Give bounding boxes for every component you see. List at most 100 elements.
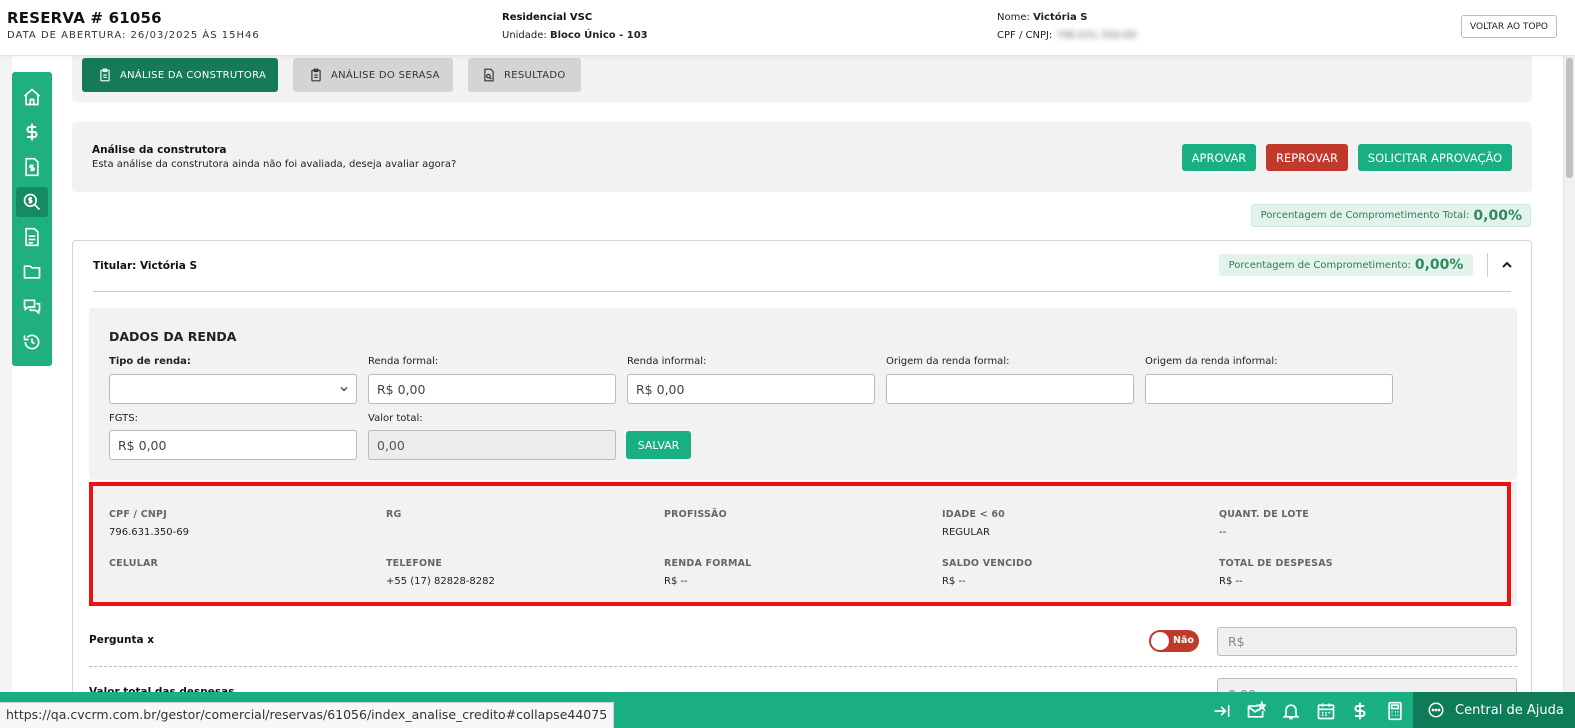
reservation-header: RESERVA # 61056 DATA DE ABERTURA: 26/03/…	[0, 0, 1575, 56]
formal-income-info-value: R$ --	[664, 576, 688, 587]
cpf-info-label: CPF / CNPJ	[109, 509, 167, 520]
calendar-icon[interactable]	[1315, 700, 1337, 722]
tab-label: ANÁLISE DA CONSTRUTORA	[120, 69, 267, 81]
total-value-label: Valor total:	[368, 413, 423, 424]
formal-income-info-label: RENDA FORMAL	[664, 558, 752, 569]
age-label: IDADE < 60	[942, 509, 1005, 520]
informal-origin-input[interactable]	[1145, 374, 1393, 404]
mail-star-icon[interactable]	[1245, 700, 1267, 722]
request-approval-button[interactable]: SOLICITAR APROVAÇÃO	[1358, 144, 1512, 171]
chevron-down-icon	[340, 387, 348, 392]
name-label: Nome:	[997, 12, 1030, 23]
overdue-balance-label: SALDO VENCIDO	[942, 558, 1033, 569]
formal-origin-input[interactable]	[886, 374, 1134, 404]
toggle-label: Não	[1173, 635, 1194, 646]
calculator-icon[interactable]	[1384, 700, 1406, 722]
status-url-tooltip: https://qa.cvcrm.com.br/gestor/comercial…	[0, 702, 615, 728]
commitment-value: 0,00%	[1414, 257, 1464, 273]
unit-info: Unidade: Bloco Único - 103	[502, 30, 648, 41]
informal-origin-label: Origem da renda informal:	[1145, 356, 1278, 367]
clipboard-icon	[311, 68, 321, 82]
card-divider	[93, 291, 1511, 292]
cpf-label: CPF / CNPJ:	[997, 30, 1053, 41]
lot-quantity-value: --	[1219, 527, 1227, 538]
home-icon[interactable]	[16, 82, 48, 112]
credit-analysis-icon[interactable]	[16, 187, 48, 217]
unit-value: Bloco Único - 103	[549, 30, 648, 41]
reservation-title: RESERVA # 61056	[7, 9, 162, 27]
tab-label: ANÁLISE DO SERASA	[331, 69, 440, 81]
fgts-label: FGTS:	[109, 413, 138, 424]
income-title: DADOS DA RENDA	[109, 329, 237, 344]
age-value: REGULAR	[942, 527, 990, 538]
lot-quantity-label: QUANT. DE LOTE	[1219, 509, 1309, 520]
rg-label: RG	[386, 509, 402, 520]
empreendimento-name: Residencial VSC	[502, 12, 593, 23]
reject-button[interactable]: REPROVAR	[1266, 144, 1348, 171]
document-icon[interactable]	[16, 222, 48, 252]
phone-value: +55 (17) 82828-8282	[386, 576, 495, 587]
income-type-select[interactable]	[109, 374, 357, 404]
commitment-label: Porcentagem de Comprometimento:	[1228, 259, 1411, 271]
informal-income-input[interactable]: R$ 0,00	[627, 374, 875, 404]
cpf-info-value: 796.631.350-69	[109, 527, 189, 538]
profession-label: PROFISSÃO	[664, 509, 727, 520]
opening-date: DATA DE ABERTURA: 26/03/2025 ÀS 15H46	[7, 30, 260, 41]
dollar-icon[interactable]	[1349, 700, 1371, 722]
analysis-description: Esta análise da construtora ainda não fo…	[92, 159, 457, 170]
informal-income-label: Renda informal:	[627, 356, 707, 367]
clipboard-icon	[100, 68, 110, 82]
total-commitment-badge: Porcentagem de Comprometimento Total: 0,0…	[1251, 204, 1531, 227]
collapse-arrow-icon[interactable]	[1211, 700, 1233, 722]
unit-label: Unidade:	[502, 30, 547, 41]
client-cpf: CPF / CNPJ: 796.631.350-69	[997, 30, 1136, 41]
formal-income-input[interactable]: R$ 0,00	[368, 374, 616, 404]
chat-bubble-icon	[1428, 702, 1444, 718]
total-commitment-label: Porcentagem de Comprometimento Total:	[1260, 210, 1470, 221]
back-to-top-button[interactable]: VOLTAR AO TOPO	[1461, 15, 1557, 38]
formal-origin-label: Origem da renda formal:	[886, 356, 1010, 367]
toggle-knob	[1151, 632, 1169, 650]
cpf-blurred-value: 796.631.350-69	[1056, 30, 1137, 41]
income-section: DADOS DA RENDA Tipo de renda: Renda form…	[89, 308, 1517, 480]
tab-analise-construtora[interactable]: ANÁLISE DA CONSTRUTORA	[82, 58, 278, 92]
history-icon[interactable]	[16, 327, 48, 357]
total-expenses-value: R$ --	[1219, 576, 1243, 587]
divider	[1487, 253, 1488, 277]
dashed-divider	[89, 666, 1517, 667]
holder-name: Titular: Victória S	[93, 260, 198, 272]
page-scrollbar[interactable]	[1563, 56, 1575, 692]
bell-icon[interactable]	[1280, 700, 1302, 722]
save-button[interactable]: SALVAR	[626, 431, 691, 459]
holder-card: Titular: Victória S Porcentagem de Compr…	[72, 240, 1532, 707]
tab-analise-serasa[interactable]: ANÁLISE DO SERASA	[293, 58, 453, 92]
folder-icon[interactable]	[16, 257, 48, 287]
invoice-icon[interactable]	[16, 152, 48, 182]
question-amount-input[interactable]: R$	[1217, 627, 1517, 656]
name-value: Victória S	[1033, 12, 1088, 23]
chat-icon[interactable]	[16, 292, 48, 322]
total-value-input: 0,00	[368, 430, 616, 460]
total-expenses-label: TOTAL DE DESPESAS	[1219, 558, 1333, 569]
question-label: Pergunta x	[89, 634, 154, 646]
help-center-label: Central de Ajuda	[1455, 702, 1564, 718]
analysis-tabs: ANÁLISE DA CONSTRUTORA ANÁLISE DO SERASA…	[72, 56, 1532, 102]
commitment-badge: Porcentagem de Comprometimento: 0,00%	[1219, 254, 1473, 276]
tab-resultado[interactable]: RESULTADO	[468, 58, 581, 92]
report-icon	[484, 68, 494, 82]
approve-button[interactable]: APROVAR	[1182, 144, 1256, 171]
fgts-input[interactable]: R$ 0,00	[109, 430, 357, 460]
dollar-icon[interactable]	[16, 117, 48, 147]
phone-label: TELEFONE	[386, 558, 443, 569]
client-name: Nome: Victória S	[997, 12, 1087, 23]
question-toggle[interactable]: Não	[1149, 630, 1199, 652]
income-type-label: Tipo de renda:	[109, 356, 191, 367]
side-navigation	[12, 72, 52, 366]
scrollbar-thumb[interactable]	[1566, 58, 1573, 178]
mobile-label: CELULAR	[109, 558, 159, 569]
analysis-title: Análise da construtora	[92, 144, 227, 156]
builder-analysis-panel: Análise da construtora Esta análise da c…	[72, 122, 1532, 192]
chevron-up-icon[interactable]	[1499, 257, 1515, 273]
formal-income-label: Renda formal:	[368, 356, 439, 367]
help-center-button[interactable]: Central de Ajuda	[1413, 692, 1575, 728]
